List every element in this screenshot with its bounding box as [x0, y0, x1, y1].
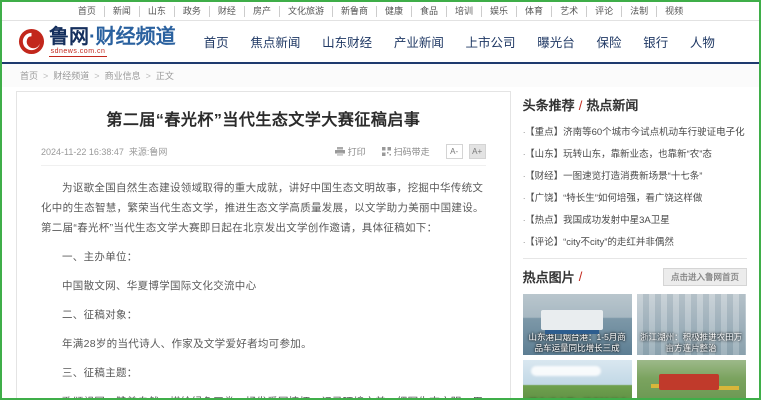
main-nav: 首页 焦点新闻 山东财经 产业新闻 上市公司 曝光台 保险 银行 人物 [204, 32, 743, 51]
mini-nav-lushang[interactable]: 新鲁商 [333, 6, 377, 17]
nav-exposure[interactable]: 曝光台 [537, 32, 575, 51]
article-paragraph: 中国散文网、华夏博学国际文化交流中心 [41, 276, 486, 296]
site-header: 鲁网·财经频道 sdnews.com.cn 首页 焦点新闻 山东财经 产业新闻 … [2, 21, 759, 64]
breadcrumb-channel[interactable]: 财经频道 [53, 69, 89, 82]
mini-nav-entertainment[interactable]: 娱乐 [482, 6, 517, 17]
headline-title: 头条推荐 [523, 98, 575, 113]
enter-homepage-button[interactable]: 点击进入鲁网首页 [663, 268, 747, 286]
page-frame: 首页 新闻 山东 政务 财经 房产 文化旅游 新鲁商 健康 食品 培训 娱乐 体… [0, 0, 761, 400]
mini-nav-gov[interactable]: 政务 [175, 6, 210, 17]
article-card: 第二届“春光杯”当代生态文学大赛征稿启事 2024-11-22 16:38:47… [16, 91, 511, 400]
breadcrumb-current: 正文 [156, 69, 174, 82]
mini-nav-home[interactable]: 首页 [70, 6, 105, 17]
logo-main-text: 鲁网 [49, 26, 89, 48]
mini-nav-sports[interactable]: 体育 [517, 6, 552, 17]
article-paragraph: 为讴歌全国自然生态建设领域取得的重大成就，讲好中国生态文明故事，挖掘中华传统文化… [41, 178, 486, 238]
article-meta: 2024-11-22 16:38:47 来源:鲁网 打印 扫码带走 A- A+ [41, 144, 486, 166]
article-title: 第二届“春光杯”当代生态文学大赛征稿启事 [41, 106, 486, 130]
qr-code-icon [382, 147, 391, 156]
mini-nav-news[interactable]: 新闻 [105, 6, 140, 17]
nav-listed-companies[interactable]: 上市公司 [466, 32, 516, 51]
font-decrease-button[interactable]: A- [446, 144, 463, 159]
hot-photos-grid: 山东港口烟台港：1-5月商品车运量同比增长三成 浙江湖州：积极推进农田万亩方连片… [523, 294, 747, 400]
nav-industry-news[interactable]: 产业新闻 [394, 32, 444, 51]
breadcrumb: 首页 > 财经频道 > 商业信息 > 正文 [2, 64, 759, 87]
article-paragraph: 歌颂祖国、赞美自然；描绘绿色画卷、抒发爱国情怀；记录环境之美、细写生态文明。用笔… [41, 392, 486, 400]
sidebar: 头条推荐/热点新闻 【重点】济南等60个城市今试点机动车行驶证电子化 【山东】玩… [523, 91, 747, 400]
print-label: 打印 [348, 145, 366, 158]
mini-nav-health[interactable]: 健康 [377, 6, 412, 17]
nav-focus-news[interactable]: 焦点新闻 [250, 32, 300, 51]
news-item[interactable]: 【热点】我国成功发射中星3A卫星 [523, 212, 747, 226]
mini-nav-culture-tourism[interactable]: 文化旅游 [280, 6, 333, 17]
headline-subtitle: 热点新闻 [586, 98, 638, 113]
photo-item-beidahuang[interactable]: “粮仓”北大荒：抢农时 忙中耕 [523, 360, 632, 400]
article-section-heading: 三、征稿主题： [41, 363, 486, 383]
news-item[interactable]: 【山东】玩转山东，靠新业态，也靠新“农”态 [523, 146, 747, 160]
printer-icon [335, 147, 345, 156]
content-area: 第二届“春光杯”当代生态文学大赛征稿启事 2024-11-22 16:38:47… [2, 87, 759, 400]
nav-people[interactable]: 人物 [690, 32, 715, 51]
news-item[interactable]: 【评论】“city不city”的走红并非偶然 [523, 234, 747, 248]
news-item[interactable]: 【重点】济南等60个城市今试点机动车行驶证电子化 [523, 124, 747, 138]
mini-nav-finance[interactable]: 财经 [210, 6, 245, 17]
nav-home[interactable]: 首页 [204, 32, 229, 51]
photo-caption: 浙江湖州：积极推进农田万亩方连片整治 [637, 332, 746, 354]
logo-channel-text: ·财经频道 [89, 26, 176, 48]
mini-nav-comment[interactable]: 评论 [587, 6, 622, 17]
news-item[interactable]: 【广饶】“特长生”如何培强，看广饶这样做 [523, 190, 747, 204]
mini-nav-art[interactable]: 艺术 [552, 6, 587, 17]
headline-slash: / [579, 98, 583, 113]
photos-title: 热点图片 [523, 267, 575, 286]
article-datetime: 2024-11-22 16:38:47 [41, 147, 124, 157]
mini-nav-training[interactable]: 培训 [447, 6, 482, 17]
photo-caption: 山东港口烟台港：1-5月商品车运量同比增长三成 [523, 332, 632, 354]
nav-bank[interactable]: 银行 [643, 32, 668, 51]
photo-item-safety[interactable]: 学安全 迎暑假 [637, 360, 746, 400]
mini-nav-shandong[interactable]: 山东 [140, 6, 175, 17]
article-datetime-source: 2024-11-22 16:38:47 来源:鲁网 [41, 145, 167, 158]
headline-section-header: 头条推荐 /热点新闻 [523, 95, 747, 114]
breadcrumb-home[interactable]: 首页 [20, 69, 38, 82]
font-increase-button[interactable]: A+ [469, 144, 486, 159]
photo-item-farmland[interactable]: 浙江湖州：积极推进农田万亩方连片整治 [637, 294, 746, 355]
article-paragraph: 年满28岁的当代诗人、作家及文学爱好者均可参加。 [41, 334, 486, 354]
site-logo[interactable]: 鲁网·财经频道 sdnews.com.cn [18, 26, 176, 57]
mini-nav-food[interactable]: 食品 [412, 6, 447, 17]
news-item[interactable]: 【财经】一图速览打造消费新场景“十七条” [523, 168, 747, 182]
photos-section-header: 热点图片 / 点击进入鲁网首页 [523, 267, 747, 286]
mini-nav-realestate[interactable]: 房产 [245, 6, 280, 17]
top-mini-nav: 首页 新闻 山东 政务 财经 房产 文化旅游 新鲁商 健康 食品 培训 娱乐 体… [2, 2, 759, 21]
hot-news-list: 【重点】济南等60个城市今试点机动车行驶证电子化 【山东】玩转山东，靠新业态，也… [523, 124, 747, 248]
print-button[interactable]: 打印 [335, 145, 366, 158]
article-section-heading: 二、征稿对象： [41, 305, 486, 325]
logo-title: 鲁网·财经频道 [49, 26, 176, 48]
lunet-logo-icon [18, 28, 45, 55]
breadcrumb-separator: > [94, 71, 99, 81]
sidebar-divider [523, 258, 747, 259]
logo-domain-text: sdnews.com.cn [49, 48, 107, 57]
mini-nav-video[interactable]: 视频 [657, 6, 691, 17]
scan-share-button[interactable]: 扫码带走 [382, 145, 430, 158]
photo-item-port-ship[interactable]: 山东港口烟台港：1-5月商品车运量同比增长三成 [523, 294, 632, 355]
nav-insurance[interactable]: 保险 [596, 32, 621, 51]
breadcrumb-section[interactable]: 商业信息 [105, 69, 141, 82]
mini-nav-law[interactable]: 法制 [622, 6, 657, 17]
scan-label: 扫码带走 [394, 145, 430, 158]
article-body: 为讴歌全国自然生态建设领域取得的重大成就，讲好中国生态文明故事，挖掘中华传统文化… [41, 178, 486, 400]
article-section-heading: 一、主办单位： [41, 247, 486, 267]
breadcrumb-separator: > [146, 71, 151, 81]
photos-slash: / [579, 269, 583, 284]
breadcrumb-separator: > [43, 71, 48, 81]
article-source: 来源:鲁网 [129, 147, 168, 157]
nav-shandong-finance[interactable]: 山东财经 [322, 32, 372, 51]
